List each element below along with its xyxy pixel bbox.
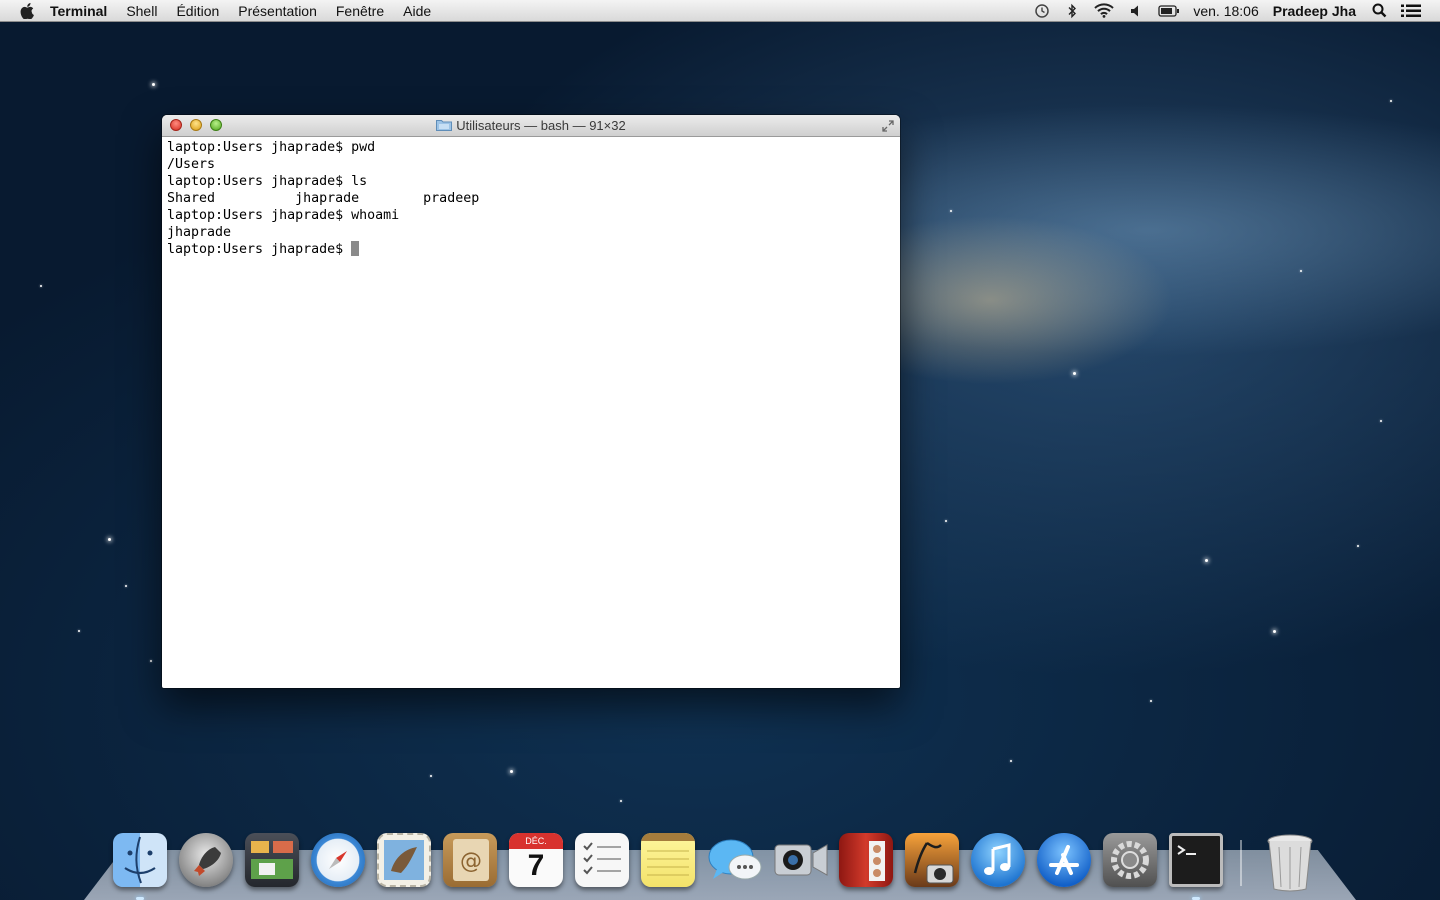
menu-shell[interactable]: Shell	[126, 3, 157, 19]
reminders-checklist-icon	[575, 833, 629, 887]
dock-terminal[interactable]	[1168, 830, 1224, 900]
wifi-icon[interactable]	[1093, 3, 1115, 19]
itunes-note-icon	[971, 833, 1025, 887]
folder-icon	[436, 120, 453, 131]
star	[1205, 559, 1208, 562]
dock-mail[interactable]	[376, 830, 432, 890]
star	[1073, 372, 1076, 375]
terminal-cursor	[351, 241, 360, 256]
mission-control-icon	[245, 833, 299, 887]
dock-launchpad[interactable]	[178, 830, 234, 890]
terminal-prompt-line: laptop:Users jhaprade$	[167, 241, 895, 258]
star	[1150, 700, 1152, 702]
star	[1300, 270, 1302, 272]
dock-calendar[interactable]: DÉC. 7	[508, 830, 564, 890]
dock-trash[interactable]	[1262, 830, 1318, 892]
iphoto-icon	[905, 833, 959, 887]
svg-text:@: @	[460, 849, 482, 874]
volume-icon[interactable]	[1127, 3, 1145, 19]
star	[430, 775, 432, 777]
battery-icon[interactable]	[1157, 3, 1181, 19]
dock-messages[interactable]	[706, 830, 762, 890]
dock-mission-control[interactable]	[244, 830, 300, 890]
dock-itunes[interactable]	[970, 830, 1026, 890]
star	[150, 660, 152, 662]
safari-compass-icon	[311, 833, 365, 887]
dock-separator	[1240, 840, 1242, 886]
dock-safari[interactable]	[310, 830, 366, 890]
fullscreen-icon[interactable]	[881, 119, 895, 133]
terminal-line: laptop:Users jhaprade$ ls	[167, 174, 368, 189]
window-titlebar[interactable]: Utilisateurs — bash — 91×32	[162, 115, 900, 137]
finder-icon	[113, 833, 167, 887]
notification-center-icon[interactable]	[1400, 3, 1422, 19]
terminal-line: jhaprade	[167, 225, 232, 240]
terminal-line: Shared jhaprade pradeep	[167, 191, 480, 206]
terminal-icon	[1169, 833, 1223, 887]
menu-status-area: ven. 18:06 Pradeep Jha	[1033, 0, 1440, 21]
terminal-line: laptop:Users jhaprade$ pwd	[167, 140, 376, 155]
system-preferences-gear-icon	[1103, 833, 1157, 887]
star	[78, 630, 80, 632]
star	[620, 800, 622, 802]
menu-user-name[interactable]: Pradeep Jha	[1273, 3, 1356, 19]
bluetooth-icon[interactable]	[1063, 3, 1081, 19]
dock-finder[interactable]	[112, 830, 168, 900]
spotlight-search-icon[interactable]	[1370, 3, 1388, 19]
star	[950, 210, 952, 212]
calendar-month: DÉC.	[509, 833, 563, 849]
photo-booth-icon	[839, 833, 893, 887]
star	[1273, 630, 1276, 633]
star	[108, 538, 111, 541]
dock-contacts[interactable]: @	[442, 830, 498, 890]
notes-pad-icon	[641, 833, 695, 887]
dock-photo-booth[interactable]	[838, 830, 894, 890]
time-machine-icon[interactable]	[1033, 3, 1051, 19]
menu-presentation[interactable]: Présentation	[238, 3, 317, 19]
app-store-icon	[1037, 833, 1091, 887]
calendar-day: 7	[527, 849, 545, 882]
dock-facetime[interactable]	[772, 830, 828, 890]
star	[1357, 545, 1359, 547]
star	[1010, 760, 1012, 762]
star	[1380, 420, 1382, 422]
star	[1390, 100, 1392, 102]
calendar-icon: DÉC. 7	[509, 833, 563, 887]
contacts-book-icon: @	[443, 833, 497, 887]
dock-app-store[interactable]	[1036, 830, 1092, 890]
dock-system-preferences[interactable]	[1102, 830, 1158, 890]
star	[125, 585, 127, 587]
dock-reminders[interactable]	[574, 830, 630, 890]
menu-clock[interactable]: ven. 18:06	[1193, 3, 1258, 19]
star	[152, 83, 155, 86]
terminal-content[interactable]: laptop:Users jhaprade$ pwd /Users laptop…	[162, 137, 900, 260]
terminal-line: laptop:Users jhaprade$ whoami	[167, 208, 400, 223]
star	[945, 520, 947, 522]
apple-logo-icon[interactable]	[18, 2, 36, 20]
window-title: Utilisateurs — bash — 91×32	[162, 118, 900, 133]
terminal-line: /Users	[167, 157, 216, 172]
window-title-text: Utilisateurs — bash — 91×32	[456, 118, 626, 133]
terminal-window[interactable]: Utilisateurs — bash — 91×32 laptop:Users…	[162, 115, 900, 688]
terminal-prompt: laptop:Users jhaprade$	[167, 242, 352, 257]
menu-edition[interactable]: Édition	[176, 3, 219, 19]
trash-can-icon	[1263, 833, 1317, 892]
facetime-camera-icon	[773, 833, 828, 887]
dock-iphoto[interactable]	[904, 830, 960, 890]
menu-aide[interactable]: Aide	[403, 3, 431, 19]
dock: @ DÉC. 7	[112, 818, 1328, 900]
menu-app-terminal[interactable]: Terminal	[50, 3, 107, 19]
star	[40, 285, 42, 287]
messages-bubble-icon	[707, 833, 762, 887]
star	[510, 770, 513, 773]
menu-bar: Terminal Shell Édition Présentation Fenê…	[0, 0, 1440, 22]
menu-fenetre[interactable]: Fenêtre	[336, 3, 384, 19]
dock-notes[interactable]	[640, 830, 696, 890]
launchpad-rocket-icon	[179, 833, 233, 887]
mail-stamp-icon	[377, 833, 431, 887]
